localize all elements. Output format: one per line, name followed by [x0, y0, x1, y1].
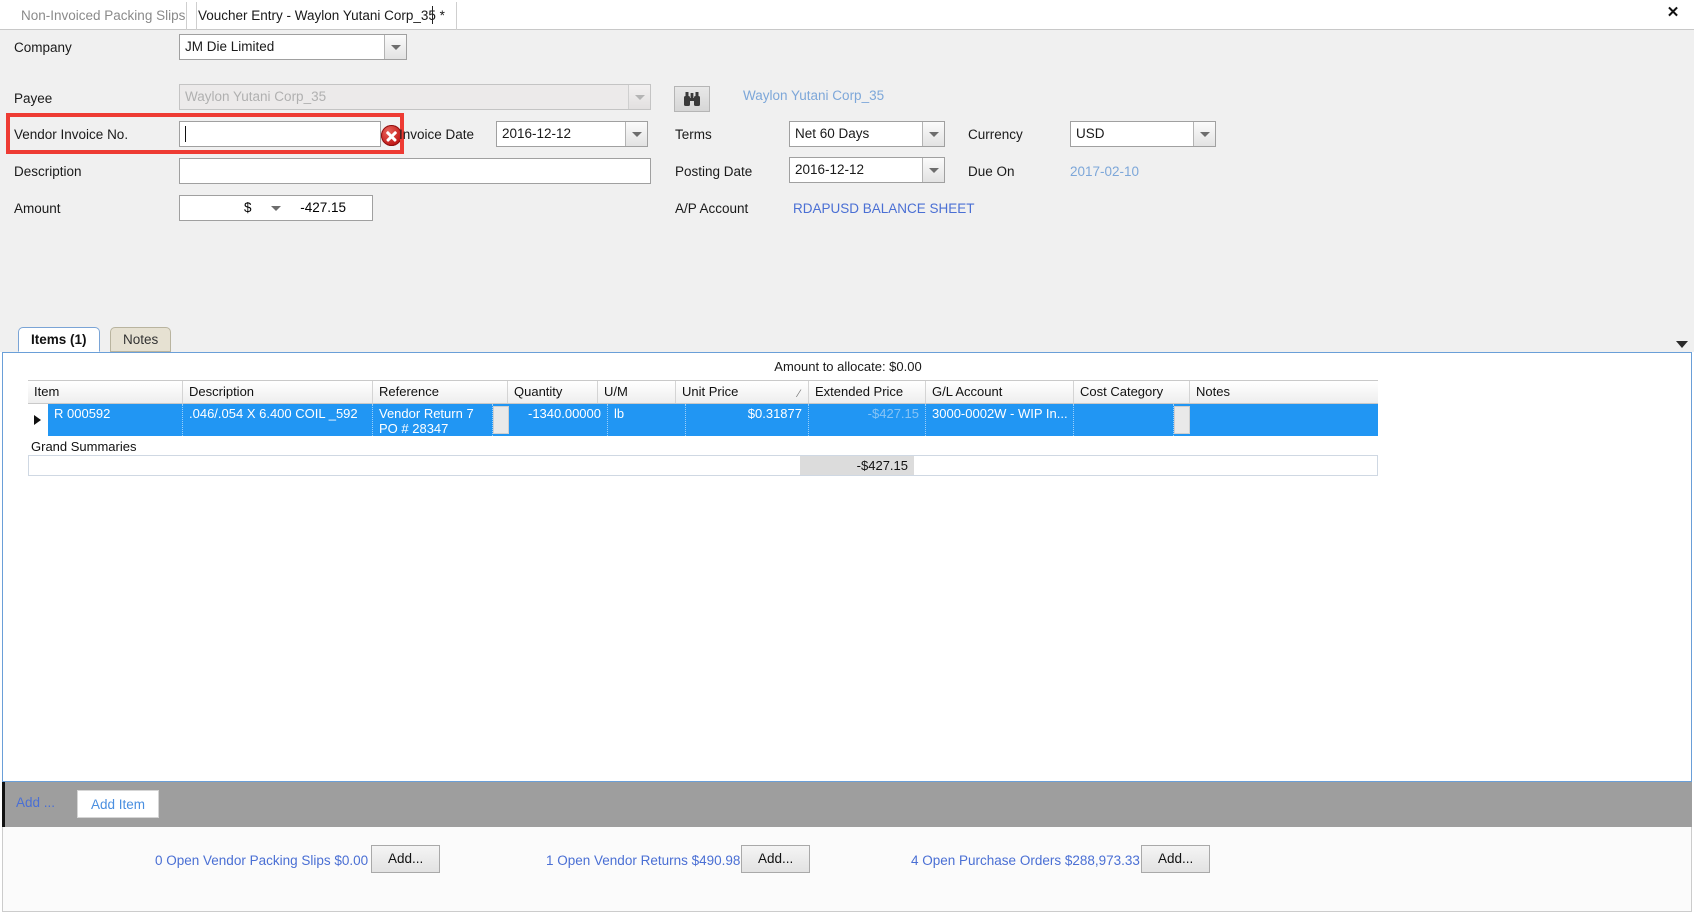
chevron-down-icon[interactable] [628, 85, 650, 109]
posting-date-label: Posting Date [675, 164, 753, 179]
cell-gl-account[interactable]: 3000-0002W - WIP In... [926, 404, 1074, 436]
cell-cost-category[interactable] [1074, 404, 1174, 436]
currency-select[interactable]: USD [1070, 121, 1216, 147]
sort-indicator-icon: ⁄ [798, 388, 800, 400]
column-header-gl-account[interactable]: G/L Account [926, 381, 1074, 403]
binoculars-icon [684, 92, 700, 106]
text-caret [432, 6, 433, 24]
description-label: Description [14, 164, 82, 179]
cell-notes[interactable] [1190, 404, 1378, 436]
add-vendor-return-button[interactable]: Add... [741, 845, 811, 873]
column-header-cost-category[interactable]: Cost Category [1074, 381, 1190, 403]
tab-label: Non-Invoiced Packing Slips [21, 8, 186, 23]
column-header-reference[interactable]: Reference [373, 381, 508, 403]
tab-label: Voucher Entry - Waylon Yutani Corp_35 * [198, 8, 445, 23]
payee-lookup-button[interactable] [674, 86, 710, 112]
cell-reference[interactable]: Vendor Return 7 PO # 28347 [373, 404, 493, 436]
cell-um[interactable]: lb [608, 404, 686, 436]
terms-value: Net 60 Days [795, 126, 870, 141]
payee-value: Waylon Yutani Corp_35 [185, 89, 327, 104]
amount-currency-symbol: $ [244, 200, 252, 215]
open-purchase-orders-link[interactable]: 4 Open Purchase Orders $288,973.33 [911, 853, 1140, 868]
input-caret [185, 126, 186, 142]
terms-label: Terms [675, 127, 712, 142]
add-item-button[interactable]: Add Item [77, 790, 160, 818]
terms-select[interactable]: Net 60 Days [789, 121, 945, 147]
tab-items-label: Items (1) [31, 332, 87, 347]
currency-value: USD [1076, 126, 1105, 141]
description-input[interactable] [179, 158, 651, 184]
tab-voucher-entry[interactable]: Voucher Entry - Waylon Yutani Corp_35 * [186, 2, 457, 30]
table-row[interactable]: R 000592 .046/.054 X 6.400 COIL _592 Ven… [48, 404, 1378, 436]
column-header-um[interactable]: U/M [598, 381, 676, 403]
tab-notes-label: Notes [123, 332, 159, 347]
add-purchase-order-button[interactable]: Add... [1141, 845, 1211, 873]
invoice-date-label: Invoice Date [399, 127, 475, 142]
grid-header-row: Item Description Reference Quantity U/M … [28, 380, 1378, 404]
due-on-value: 2017-02-10 [1070, 164, 1140, 179]
row-selector[interactable] [28, 404, 49, 436]
cell-unit-price[interactable]: $0.31877 [686, 404, 809, 436]
company-value: JM Die Limited [185, 39, 275, 54]
column-header-unit-price[interactable]: Unit Price ⁄ [676, 381, 809, 403]
vendor-invoice-no-label: Vendor Invoice No. [14, 127, 129, 142]
ap-account-label: A/P Account [675, 201, 749, 216]
currency-label: Currency [968, 127, 1023, 142]
payee-display-name: Waylon Yutani Corp_35 [743, 88, 885, 103]
column-header-quantity[interactable]: Quantity [508, 381, 598, 403]
vendor-invoice-no-input[interactable] [179, 121, 381, 147]
chevron-down-icon[interactable] [1193, 122, 1215, 146]
voucher-header-form: Company JM Die Limited Payee Waylon Yuta… [0, 30, 1694, 352]
add-link[interactable]: Add ... [16, 795, 55, 810]
chevron-down-icon[interactable] [625, 122, 647, 146]
amount-input[interactable]: $ -427.15 [179, 195, 373, 221]
amount-label: Amount [14, 201, 61, 216]
reference-expand-button[interactable] [493, 406, 509, 434]
column-header-item[interactable]: Item [28, 381, 183, 403]
ap-account-value[interactable]: RDAPUSD BALANCE SHEET [793, 201, 975, 216]
cost-category-expand-button[interactable] [1174, 406, 1190, 434]
tab-notes[interactable]: Notes [110, 327, 172, 352]
grand-summaries-row [28, 455, 1378, 476]
close-icon[interactable]: ✕ [1662, 2, 1684, 24]
detail-tabstrip: Items (1) Notes [0, 326, 1694, 352]
tab-items[interactable]: Items (1) [18, 327, 100, 352]
amount-to-allocate: Amount to allocate: $0.00 [774, 359, 922, 374]
voucher-entry-window: Non-Invoiced Packing Slips Voucher Entry… [0, 0, 1694, 914]
cell-description[interactable]: .046/.054 X 6.400 COIL _592 [183, 404, 373, 436]
cell-quantity[interactable]: -1340.00000 [509, 404, 608, 436]
grand-summaries-label: Grand Summaries [31, 439, 137, 454]
invoice-date-select[interactable]: 2016-12-12 [496, 121, 648, 147]
invoice-date-value: 2016-12-12 [502, 126, 572, 141]
company-select[interactable]: JM Die Limited [179, 34, 407, 60]
company-label: Company [14, 40, 72, 55]
tab-non-invoiced-packing-slips[interactable]: Non-Invoiced Packing Slips [10, 2, 198, 30]
cell-item[interactable]: R 000592 [48, 404, 183, 436]
open-documents-status-bar: 0 Open Vendor Packing Slips $0.00 Add...… [2, 827, 1692, 912]
add-packing-slip-button[interactable]: Add... [371, 845, 441, 873]
column-header-notes[interactable]: Notes [1190, 381, 1378, 403]
due-on-label: Due On [968, 164, 1015, 179]
items-grid-panel: Amount to allocate: $0.00 Item Descripti… [2, 352, 1692, 782]
payee-label: Payee [14, 91, 53, 106]
posting-date-value: 2016-12-12 [795, 162, 865, 177]
chevron-down-icon[interactable] [922, 158, 944, 182]
chevron-down-icon[interactable] [384, 35, 406, 59]
cell-extended-price[interactable]: -$427.15 [809, 404, 926, 436]
open-vendor-returns-link[interactable]: 1 Open Vendor Returns $490.98 [546, 853, 740, 868]
column-header-description[interactable]: Description [183, 381, 373, 403]
open-vendor-packing-slips-link[interactable]: 0 Open Vendor Packing Slips $0.00 [155, 853, 368, 868]
posting-date-select[interactable]: 2016-12-12 [789, 157, 945, 183]
add-toolbar: Add ... Add Item [2, 782, 1692, 827]
column-header-extended-price[interactable]: Extended Price [809, 381, 926, 403]
payee-select[interactable]: Waylon Yutani Corp_35 [179, 84, 651, 110]
column-header-unit-price-label: Unit Price [682, 384, 739, 399]
amount-value: -427.15 [300, 200, 346, 215]
window-tabstrip: Non-Invoiced Packing Slips Voucher Entry… [0, 0, 1694, 30]
chevron-down-icon[interactable] [922, 122, 944, 146]
grand-summaries-total: -$427.15 [800, 456, 914, 475]
